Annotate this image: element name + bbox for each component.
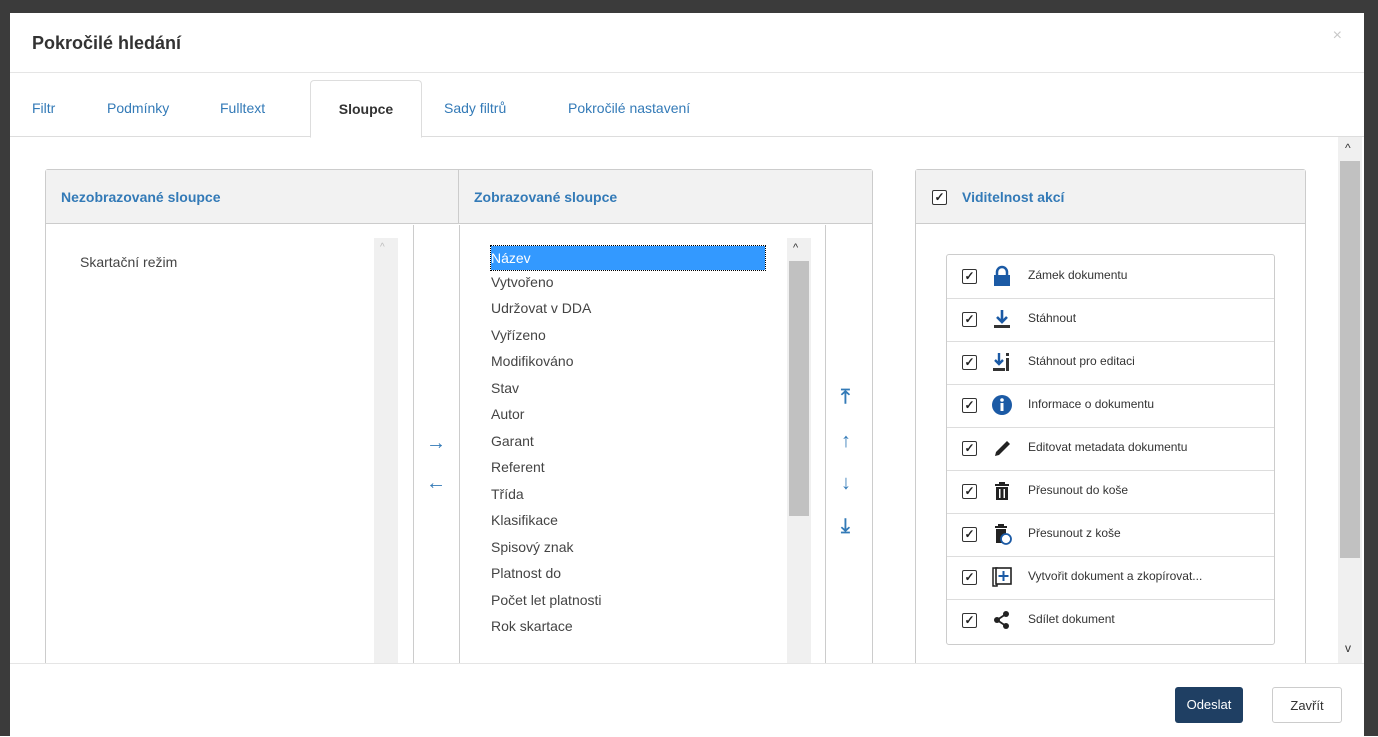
close-button[interactable]: Zavřít bbox=[1272, 687, 1342, 723]
list-item[interactable]: ✓ Sdílet dokument bbox=[947, 599, 1274, 642]
checkbox[interactable]: ✓ bbox=[962, 269, 977, 284]
tab-sloupce[interactable]: Sloupce bbox=[310, 80, 422, 138]
checkbox[interactable]: ✓ bbox=[962, 312, 977, 327]
list-item[interactable]: ✓ Přesunout do koše bbox=[947, 470, 1274, 514]
hidden-list-scrollbar[interactable]: ^ bbox=[374, 238, 398, 663]
download-icon bbox=[990, 308, 1014, 330]
list-item[interactable]: ✓ Stáhnout pro editaci bbox=[947, 341, 1274, 385]
checkbox[interactable]: ✓ bbox=[962, 398, 977, 413]
modal-body-scrollbar[interactable]: ^ v bbox=[1338, 137, 1362, 663]
move-right-arrow-icon[interactable]: → bbox=[426, 432, 446, 455]
move-up-icon[interactable]: ↑ bbox=[841, 430, 851, 453]
pencil-icon bbox=[990, 437, 1014, 459]
action-label: Přesunout z koše bbox=[1028, 526, 1121, 540]
submit-button[interactable]: Odeslat bbox=[1175, 687, 1243, 723]
info-icon bbox=[990, 394, 1014, 416]
list-item[interactable]: Klasifikace bbox=[491, 512, 558, 528]
modal-body: Nezobrazované sloupce Zobrazované sloupc… bbox=[10, 137, 1364, 663]
list-item-selected[interactable]: Název bbox=[490, 245, 766, 271]
tab-filtr[interactable]: Filtr bbox=[32, 80, 55, 136]
list-item[interactable]: Platnost do bbox=[491, 565, 561, 581]
columns-panel: Nezobrazované sloupce Zobrazované sloupc… bbox=[45, 169, 873, 663]
copy-plus-icon bbox=[990, 566, 1014, 588]
scroll-up-icon[interactable]: ^ bbox=[1345, 141, 1351, 155]
download-edit-icon bbox=[990, 351, 1014, 373]
list-item[interactable]: Modifikováno bbox=[491, 353, 574, 369]
modal-header: Pokročilé hledání × bbox=[10, 13, 1364, 73]
checkbox[interactable]: ✓ bbox=[962, 441, 977, 456]
list-item[interactable]: ✓ Stáhnout bbox=[947, 298, 1274, 342]
tab-podminky[interactable]: Podmínky bbox=[107, 80, 169, 136]
action-label: Přesunout do koše bbox=[1028, 483, 1129, 497]
actions-panel: Viditelnost akcí ✓ ✓ Zámek dokumentu ✓ S… bbox=[915, 169, 1306, 663]
scroll-up-icon[interactable]: ^ bbox=[380, 242, 385, 253]
modal-footer: Odeslat Zavřít bbox=[10, 663, 1364, 737]
hidden-columns-list[interactable]: Skartační režim bbox=[46, 225, 398, 663]
list-item[interactable]: Udržovat v DDA bbox=[491, 300, 591, 316]
divider bbox=[413, 225, 414, 663]
action-label: Stáhnout pro editaci bbox=[1028, 354, 1135, 368]
action-label: Vytvořit dokument a zkopírovat... bbox=[1028, 569, 1203, 583]
move-left-arrow-icon[interactable]: ← bbox=[426, 472, 446, 495]
list-item[interactable]: Počet let platnosti bbox=[491, 592, 602, 608]
move-down-icon[interactable]: ↓ bbox=[841, 472, 851, 495]
action-label: Informace o dokumentu bbox=[1028, 397, 1155, 411]
shown-columns-header: Zobrazované sloupce bbox=[459, 170, 872, 224]
list-item[interactable]: ✓ Zámek dokumentu bbox=[947, 255, 1274, 299]
list-item[interactable]: Spisový znak bbox=[491, 539, 573, 555]
list-item[interactable]: ✓ Editovat metadata dokumentu bbox=[947, 427, 1274, 471]
actions-header: Viditelnost akcí bbox=[916, 170, 1305, 224]
checkbox[interactable]: ✓ bbox=[962, 355, 977, 370]
list-item[interactable]: Referent bbox=[491, 459, 545, 475]
checkbox[interactable]: ✓ bbox=[962, 570, 977, 585]
shown-columns-list[interactable]: Název Vytvořeno Udržovat v DDA Vyřízeno … bbox=[460, 225, 800, 663]
close-icon[interactable]: × bbox=[1333, 27, 1342, 45]
tab-bar: Filtr Podmínky Fulltext Sloupce Sady fil… bbox=[10, 80, 1364, 138]
list-item[interactable]: Třída bbox=[491, 486, 524, 502]
list-item[interactable]: ✓ Informace o dokumentu bbox=[947, 384, 1274, 428]
checkbox[interactable]: ✓ bbox=[962, 527, 977, 542]
list-item[interactable]: ✓ Přesunout z koše bbox=[947, 513, 1274, 557]
action-label: Stáhnout bbox=[1028, 311, 1077, 325]
actions-list: ✓ Zámek dokumentu ✓ Stáhnout ✓ Stáhnout … bbox=[946, 254, 1275, 645]
trash-icon bbox=[990, 480, 1014, 502]
checkbox[interactable]: ✓ bbox=[962, 484, 977, 499]
action-label: Sdílet dokument bbox=[1028, 612, 1115, 626]
trash-restore-icon bbox=[990, 523, 1014, 545]
list-item[interactable]: Rok skartace bbox=[491, 618, 573, 634]
shown-list-scrollbar[interactable]: ^ bbox=[787, 238, 811, 663]
tab-fulltext[interactable]: Fulltext bbox=[220, 80, 265, 136]
list-item[interactable]: Stav bbox=[491, 380, 519, 396]
checkbox[interactable]: ✓ bbox=[962, 613, 977, 628]
actions-visibility-checkbox[interactable]: ✓ bbox=[932, 190, 947, 205]
action-label: Editovat metadata dokumentu bbox=[1028, 440, 1188, 454]
lock-icon bbox=[990, 265, 1014, 287]
advanced-search-modal: Pokročilé hledání × Filtr Podmínky Fullt… bbox=[10, 13, 1364, 736]
action-label: Zámek dokumentu bbox=[1028, 268, 1128, 282]
share-icon bbox=[990, 609, 1014, 631]
list-item[interactable]: Vytvořeno bbox=[491, 274, 554, 290]
scroll-thumb[interactable] bbox=[789, 261, 809, 516]
list-item[interactable]: Autor bbox=[491, 406, 524, 422]
move-to-top-icon[interactable]: ⤒ bbox=[841, 386, 850, 409]
list-item[interactable]: Skartační režim bbox=[80, 254, 177, 270]
scroll-up-icon[interactable]: ^ bbox=[793, 242, 798, 254]
tab-pokrocile-nastaveni[interactable]: Pokročilé nastavení bbox=[568, 80, 690, 136]
modal-title: Pokročilé hledání bbox=[32, 33, 182, 53]
tab-sady-filtru[interactable]: Sady filtrů bbox=[444, 80, 506, 136]
divider bbox=[825, 225, 826, 663]
list-item[interactable]: Vyřízeno bbox=[491, 327, 546, 343]
move-to-bottom-icon[interactable]: ⤓ bbox=[841, 515, 850, 538]
scroll-thumb[interactable] bbox=[1340, 161, 1360, 558]
list-item[interactable]: Garant bbox=[491, 433, 534, 449]
hidden-columns-header: Nezobrazované sloupce bbox=[46, 170, 459, 224]
scroll-down-icon[interactable]: v bbox=[1345, 641, 1351, 655]
list-item[interactable]: ✓ Vytvořit dokument a zkopírovat... bbox=[947, 556, 1274, 600]
